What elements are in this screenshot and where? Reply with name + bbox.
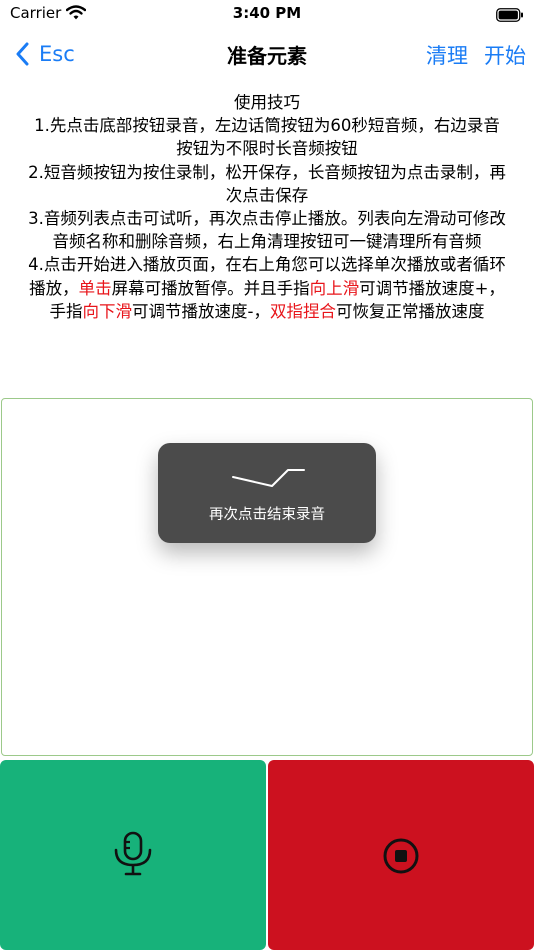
tip-line-1: 1.先点击底部按钮录音，左边话筒按钮为60秒短音频，右边录音按钮为不限时长音频按… [34,116,500,159]
tip-highlight-pinch: 双指捏合 [269,301,336,321]
clean-button[interactable]: 清理 [426,40,468,70]
nav-actions: 清理 开始 [426,40,526,70]
toast-message: 再次点击结束录音 [209,507,325,523]
waveform-icon [232,469,305,487]
tip-highlight-tap: 单击 [78,278,112,298]
tip-highlight-swipe-down: 向下滑 [82,301,133,321]
battery-icon [496,7,524,26]
navigation-bar: Esc 准备元素 清理 开始 [0,30,534,78]
start-button[interactable]: 开始 [484,40,526,70]
tip-line-4: 4.点击开始进入播放页面，在右上角您可以选择单次播放或者循环播放，单击屏幕可播放… [28,253,506,323]
tip-highlight-swipe-up: 向上滑 [309,278,360,298]
tip-line-3: 3.音频列表点击可试听，再次点击停止播放。列表向左滑动可修改音频名称和删除音频，… [28,209,506,252]
tip-line-4-part-e: 可恢复正常播放速度 [335,301,485,321]
status-time: 3:40 PM [232,4,302,22]
long-audio-button[interactable] [268,760,534,950]
tips-heading: 使用技巧 [234,93,300,112]
tip-line-4-part-b: 屏幕可播放暂停。并且手指 [111,278,310,298]
tip-line-2: 2.短音频按钮为按住录制，松开保存，长音频按钮为点击录制，再次点击保存 [28,162,506,205]
recording-toast: 再次点击结束录音 [158,443,376,543]
short-audio-button[interactable] [0,760,266,950]
microphone-icon [114,831,152,876]
status-bar: Carrier 3:40 PM [0,0,534,30]
tip-line-4-part-d: 可调节播放速度-， [132,301,270,321]
usage-tips: 使用技巧 1.先点击底部按钮录音，左边话筒按钮为60秒短音频，右边录音按钮为不限… [28,91,506,323]
record-stop-icon [383,838,419,874]
